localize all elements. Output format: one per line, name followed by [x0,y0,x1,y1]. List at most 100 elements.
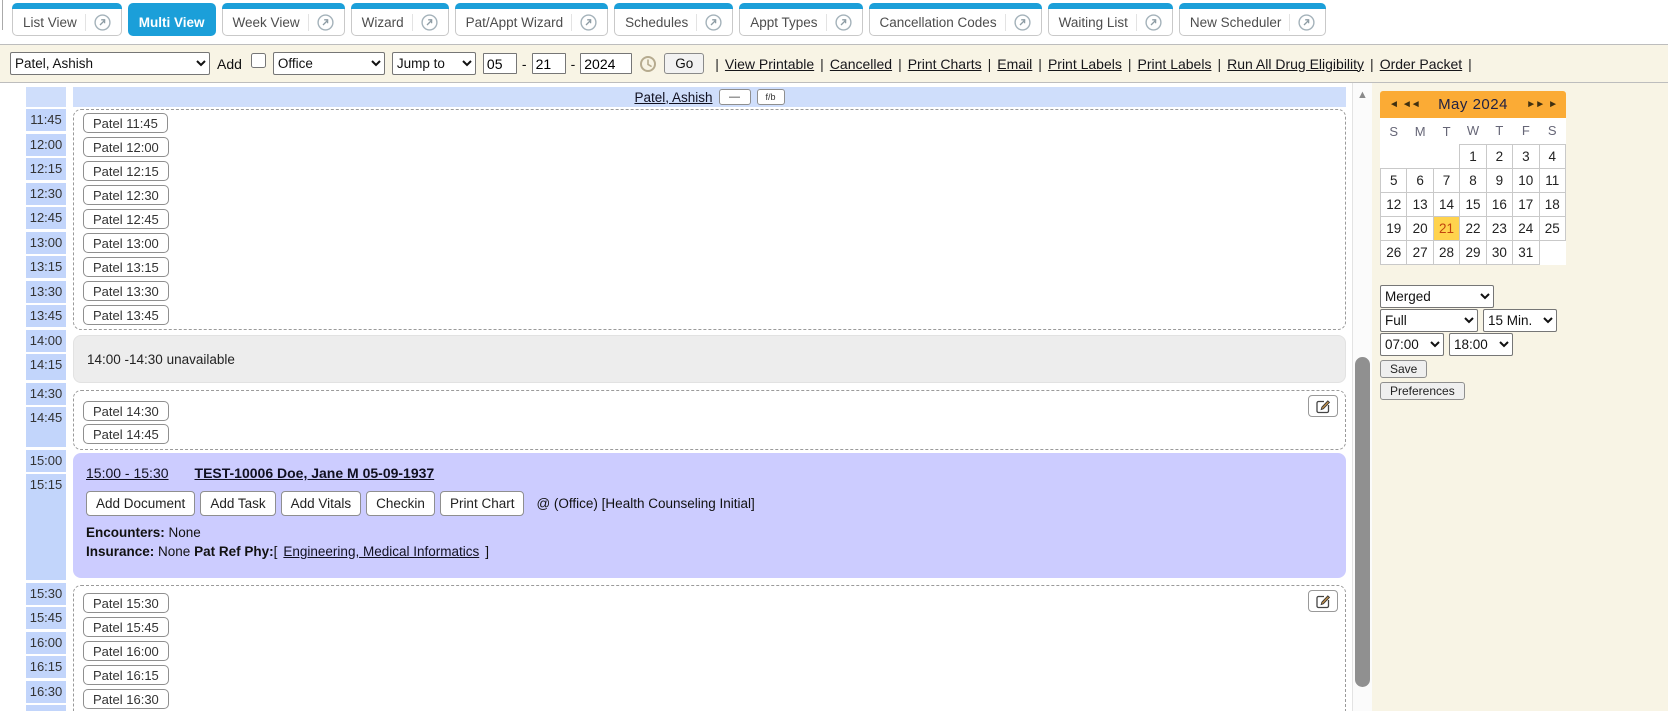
go-button[interactable]: Go [664,53,704,74]
calendar-next-icon[interactable]: ► [1546,99,1559,110]
referring-physician-link[interactable]: Engineering, Medical Informatics [283,544,479,559]
collapse-provider-button[interactable]: — [719,89,751,105]
slot-button-patel-12-45[interactable]: Patel 12:45 [83,209,169,229]
slot-button-patel-12-00[interactable]: Patel 12:00 [83,137,169,157]
fb-toggle-button[interactable]: f/b [757,89,785,105]
calendar-day[interactable]: 8 [1460,168,1486,192]
calendar-day[interactable]: 25 [1539,216,1565,240]
tab-multi-view[interactable]: Multi View [128,3,216,36]
calendar-day[interactable]: 10 [1513,168,1539,192]
preferences-button[interactable]: Preferences [1380,382,1465,400]
slot-button-patel-16-00[interactable]: Patel 16:00 [83,641,169,661]
patient-link[interactable]: TEST-10006 Doe, Jane M 05-09-1937 [195,465,435,481]
slot-button-patel-14-45[interactable]: Patel 14:45 [83,424,169,444]
start-time-select[interactable]: 07:00 [1380,333,1444,356]
calendar-day[interactable]: 12 [1381,192,1407,216]
slot-button-patel-13-15[interactable]: Patel 13:15 [83,257,169,277]
add-document-button[interactable]: Add Document [86,491,195,516]
calendar-day[interactable]: 2 [1486,144,1512,168]
slot-button-patel-14-30[interactable]: Patel 14:30 [83,401,169,421]
slot-button-patel-12-15[interactable]: Patel 12:15 [83,161,169,181]
add-vitals-button[interactable]: Add Vitals [281,491,362,516]
slot-button-patel-15-45[interactable]: Patel 15:45 [83,617,169,637]
toolbar-link-run-all-drug-eligibility[interactable]: Run All Drug Eligibility [1227,56,1364,72]
tab-week-view[interactable]: Week View [222,3,345,36]
tab-list-view[interactable]: List View [12,3,122,36]
calendar-day[interactable]: 19 [1381,216,1407,240]
calendar-day[interactable]: 9 [1486,168,1512,192]
slot-button-patel-16-30[interactable]: Patel 16:30 [83,689,169,709]
appointment-block[interactable]: 15:00 - 15:30 TEST-10006 Doe, Jane M 05-… [73,453,1346,578]
slot-button-patel-15-30[interactable]: Patel 15:30 [83,593,169,613]
tab-waiting-list[interactable]: Waiting List [1048,3,1173,36]
toolbar-link-view-printable[interactable]: View Printable [725,56,814,72]
tab-appt-types[interactable]: Appt Types [739,3,862,36]
edit-availability-button[interactable] [1308,590,1338,612]
calendar-day[interactable]: 30 [1486,240,1512,264]
day-view-select[interactable]: Full [1380,309,1478,332]
slot-button-patel-13-45[interactable]: Patel 13:45 [83,305,169,325]
calendar-day[interactable]: 7 [1433,168,1459,192]
calendar-day[interactable]: 22 [1460,216,1486,240]
edit-availability-button[interactable] [1308,395,1338,417]
clock-icon[interactable] [639,55,657,73]
calendar-day-selected[interactable]: 21 [1433,216,1459,240]
tab-cancellation-codes[interactable]: Cancellation Codes [869,3,1042,36]
calendar-day[interactable]: 14 [1433,192,1459,216]
calendar-day[interactable]: 23 [1486,216,1512,240]
month-input[interactable] [483,53,517,74]
toolbar-link-print-charts[interactable]: Print Charts [908,56,982,72]
calendar-day[interactable]: 31 [1513,240,1539,264]
year-input[interactable] [580,53,632,74]
vertical-scrollbar[interactable]: ▲ [1352,83,1372,711]
calendar-day[interactable]: 4 [1539,144,1565,168]
slot-button-patel-12-30[interactable]: Patel 12:30 [83,185,169,205]
scrollbar-up-icon[interactable]: ▲ [1353,89,1372,101]
calendar-day[interactable]: 24 [1513,216,1539,240]
calendar-day[interactable]: 16 [1486,192,1512,216]
calendar-day[interactable]: 15 [1460,192,1486,216]
calendar-prev-icon[interactable]: ◄ [1387,99,1400,110]
toolbar-link-email[interactable]: Email [997,56,1032,72]
calendar-day[interactable]: 26 [1381,240,1407,264]
calendar-day[interactable]: 5 [1381,168,1407,192]
toolbar-link-order-packet[interactable]: Order Packet [1380,56,1462,72]
end-time-select[interactable]: 18:00 [1449,333,1513,356]
print-chart-button[interactable]: Print Chart [440,491,525,516]
jump-to-select[interactable]: Jump to [392,52,476,75]
tab-schedules[interactable]: Schedules [614,3,733,36]
calendar-day[interactable]: 13 [1407,192,1433,216]
slot-button-patel-13-30[interactable]: Patel 13:30 [83,281,169,301]
slot-button-patel-16-15[interactable]: Patel 16:15 [83,665,169,685]
calendar-day[interactable]: 20 [1407,216,1433,240]
appointment-time-link[interactable]: 15:00 - 15:30 [86,465,169,481]
merge-mode-select[interactable]: Merged [1380,285,1494,308]
toolbar-link-print-labels[interactable]: Print Labels [1048,56,1122,72]
calendar-day[interactable]: 29 [1460,240,1486,264]
slot-button-patel-13-00[interactable]: Patel 13:00 [83,233,169,253]
day-input[interactable] [532,53,566,74]
tab-new-scheduler[interactable]: New Scheduler [1179,3,1327,36]
tab-wizard[interactable]: Wizard [351,3,449,36]
calendar-day[interactable]: 3 [1513,144,1539,168]
add-appointment-checkbox[interactable] [251,53,266,68]
calendar-day[interactable]: 11 [1539,168,1565,192]
facility-select[interactable]: Office [273,52,385,75]
add-task-button[interactable]: Add Task [200,491,275,516]
toolbar-link-print-labels[interactable]: Print Labels [1138,56,1212,72]
calendar-day[interactable]: 1 [1460,144,1486,168]
save-button[interactable]: Save [1380,360,1427,378]
tab-pat-appt-wizard[interactable]: Pat/Appt Wizard [455,3,609,36]
calendar-day[interactable]: 28 [1433,240,1459,264]
calendar-prev-fast-icon[interactable]: ◄◄ [1400,99,1422,110]
checkin-button[interactable]: Checkin [366,491,435,516]
calendar-next-fast-icon[interactable]: ►► [1524,99,1546,110]
slot-button-patel-11-45[interactable]: Patel 11:45 [83,113,168,133]
calendar-day[interactable]: 18 [1539,192,1565,216]
provider-header-link[interactable]: Patel, Ashish [634,90,712,105]
interval-select[interactable]: 15 Min. [1483,309,1557,332]
scrollbar-thumb[interactable] [1355,357,1370,687]
toolbar-link-cancelled[interactable]: Cancelled [830,56,892,72]
calendar-day[interactable]: 17 [1513,192,1539,216]
calendar-day[interactable]: 27 [1407,240,1433,264]
